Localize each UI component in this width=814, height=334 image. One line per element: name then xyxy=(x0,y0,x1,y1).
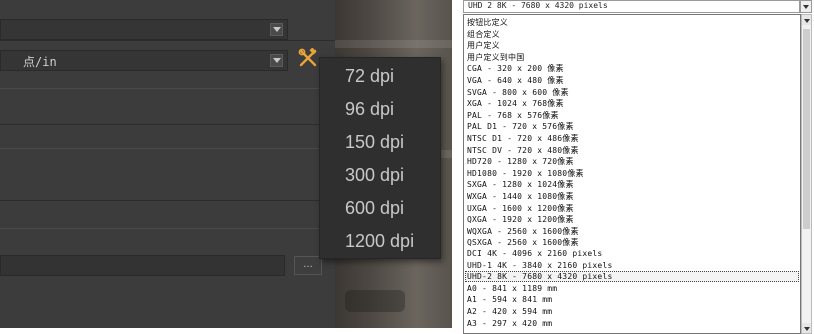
list-item[interactable]: 组合定义 xyxy=(467,29,500,40)
list-item[interactable]: A2 - 420 x 594 mm xyxy=(467,307,552,316)
dpi-option-150[interactable]: 150 dpi xyxy=(345,132,404,153)
list-item[interactable]: QSXGA - 2560 x 1600像素 xyxy=(467,237,579,248)
list-item[interactable]: CGA - 320 x 200 像素 xyxy=(467,63,564,74)
browse-button[interactable]: ... xyxy=(294,256,322,275)
image-size-panel: 点/in ... 72 dpi 96 dpi 150 dpi 300 dpi 6… xyxy=(0,0,452,328)
size-preset-combo[interactable]: UHD 2 8K - 7680 x 4320 pixels xyxy=(463,0,800,13)
list-item[interactable]: SVGA - 800 x 600 像素 xyxy=(467,87,569,98)
scroll-up-button[interactable] xyxy=(802,15,811,25)
list-item[interactable]: HD720 - 1280 x 720像素 xyxy=(467,156,574,167)
output-path-field[interactable] xyxy=(0,255,285,276)
list-item[interactable]: NTSC D1 - 720 x 486像素 xyxy=(467,133,579,144)
dpi-option-600[interactable]: 600 dpi xyxy=(345,198,404,219)
dpi-option-1200[interactable]: 1200 dpi xyxy=(345,231,414,252)
scroll-down-button[interactable] xyxy=(802,323,811,333)
size-preset-list: 按钮比定义 组合定义 用户定义 用户定义到中国 CGA - 320 x 200 像素 VG… xyxy=(463,14,801,334)
list-item[interactable]: 按钮比定义 xyxy=(467,17,508,28)
list-item[interactable]: NTSC DV - 720 x 480像素 xyxy=(467,145,579,156)
list-item[interactable]: A0 - 841 x 1189 mm xyxy=(467,284,557,293)
list-item[interactable]: WXGA - 1440 x 1080像素 xyxy=(467,191,574,202)
settings-area: 点/in ... xyxy=(0,0,335,328)
list-item[interactable]: WQXGA - 2560 x 1600像素 xyxy=(467,226,579,237)
dpi-option-72[interactable]: 72 dpi xyxy=(345,66,394,87)
list-item[interactable]: 用户定义 xyxy=(467,40,500,51)
list-item[interactable]: XGA - 1024 x 768像素 xyxy=(467,98,564,109)
preset-combo[interactable] xyxy=(0,19,288,40)
list-item[interactable]: UHD-2 8K - 7680 x 4320 pixels xyxy=(467,272,612,281)
list-item[interactable]: PAL D1 - 720 x 576像素 xyxy=(467,121,574,132)
list-item[interactable]: HD1080 - 1920 x 1080像素 xyxy=(467,168,584,179)
dpi-dropdown-menu: 72 dpi 96 dpi 150 dpi 300 dpi 600 dpi 12… xyxy=(319,57,441,259)
list-item[interactable]: QXGA - 1920 x 1200像素 xyxy=(467,214,574,225)
scrollbar-thumb[interactable] xyxy=(803,29,810,229)
size-preset-dropdown: UHD 2 8K - 7680 x 4320 pixels 按钮比定义 组合定义用… xyxy=(463,0,814,334)
list-item[interactable]: UXGA - 1600 x 1200像素 xyxy=(467,203,574,214)
list-item[interactable]: UHD-1 4K - 3840 x 2160 pixels xyxy=(467,261,612,270)
dpi-option-300[interactable]: 300 dpi xyxy=(345,165,404,186)
list-item[interactable]: 用户定义到中国 xyxy=(467,52,524,63)
list-item[interactable]: PAL - 768 x 576像素 xyxy=(467,110,559,121)
list-item[interactable]: VGA - 640 x 480 像素 xyxy=(467,75,564,86)
resolution-units-value: 点/in xyxy=(23,55,57,69)
chevron-down-icon[interactable] xyxy=(800,0,812,13)
dpi-option-96[interactable]: 96 dpi xyxy=(345,99,394,120)
list-item[interactable]: DCI 4K - 4096 x 2160 pixels xyxy=(467,249,602,258)
list-item[interactable]: SXGA - 1280 x 1024像素 xyxy=(467,179,574,190)
list-item[interactable]: A1 - 594 x 841 mm xyxy=(467,295,552,304)
list-item[interactable]: A3 - 297 x 420 mm xyxy=(467,319,552,328)
size-preset-value: UHD 2 8K - 7680 x 4320 pixels xyxy=(468,1,608,10)
chevron-down-icon[interactable] xyxy=(270,23,283,36)
resolution-units-combo[interactable]: 点/in xyxy=(0,50,288,71)
list-scrollbar[interactable] xyxy=(801,14,812,334)
chevron-down-icon[interactable] xyxy=(270,54,283,67)
tools-icon[interactable] xyxy=(298,48,318,68)
